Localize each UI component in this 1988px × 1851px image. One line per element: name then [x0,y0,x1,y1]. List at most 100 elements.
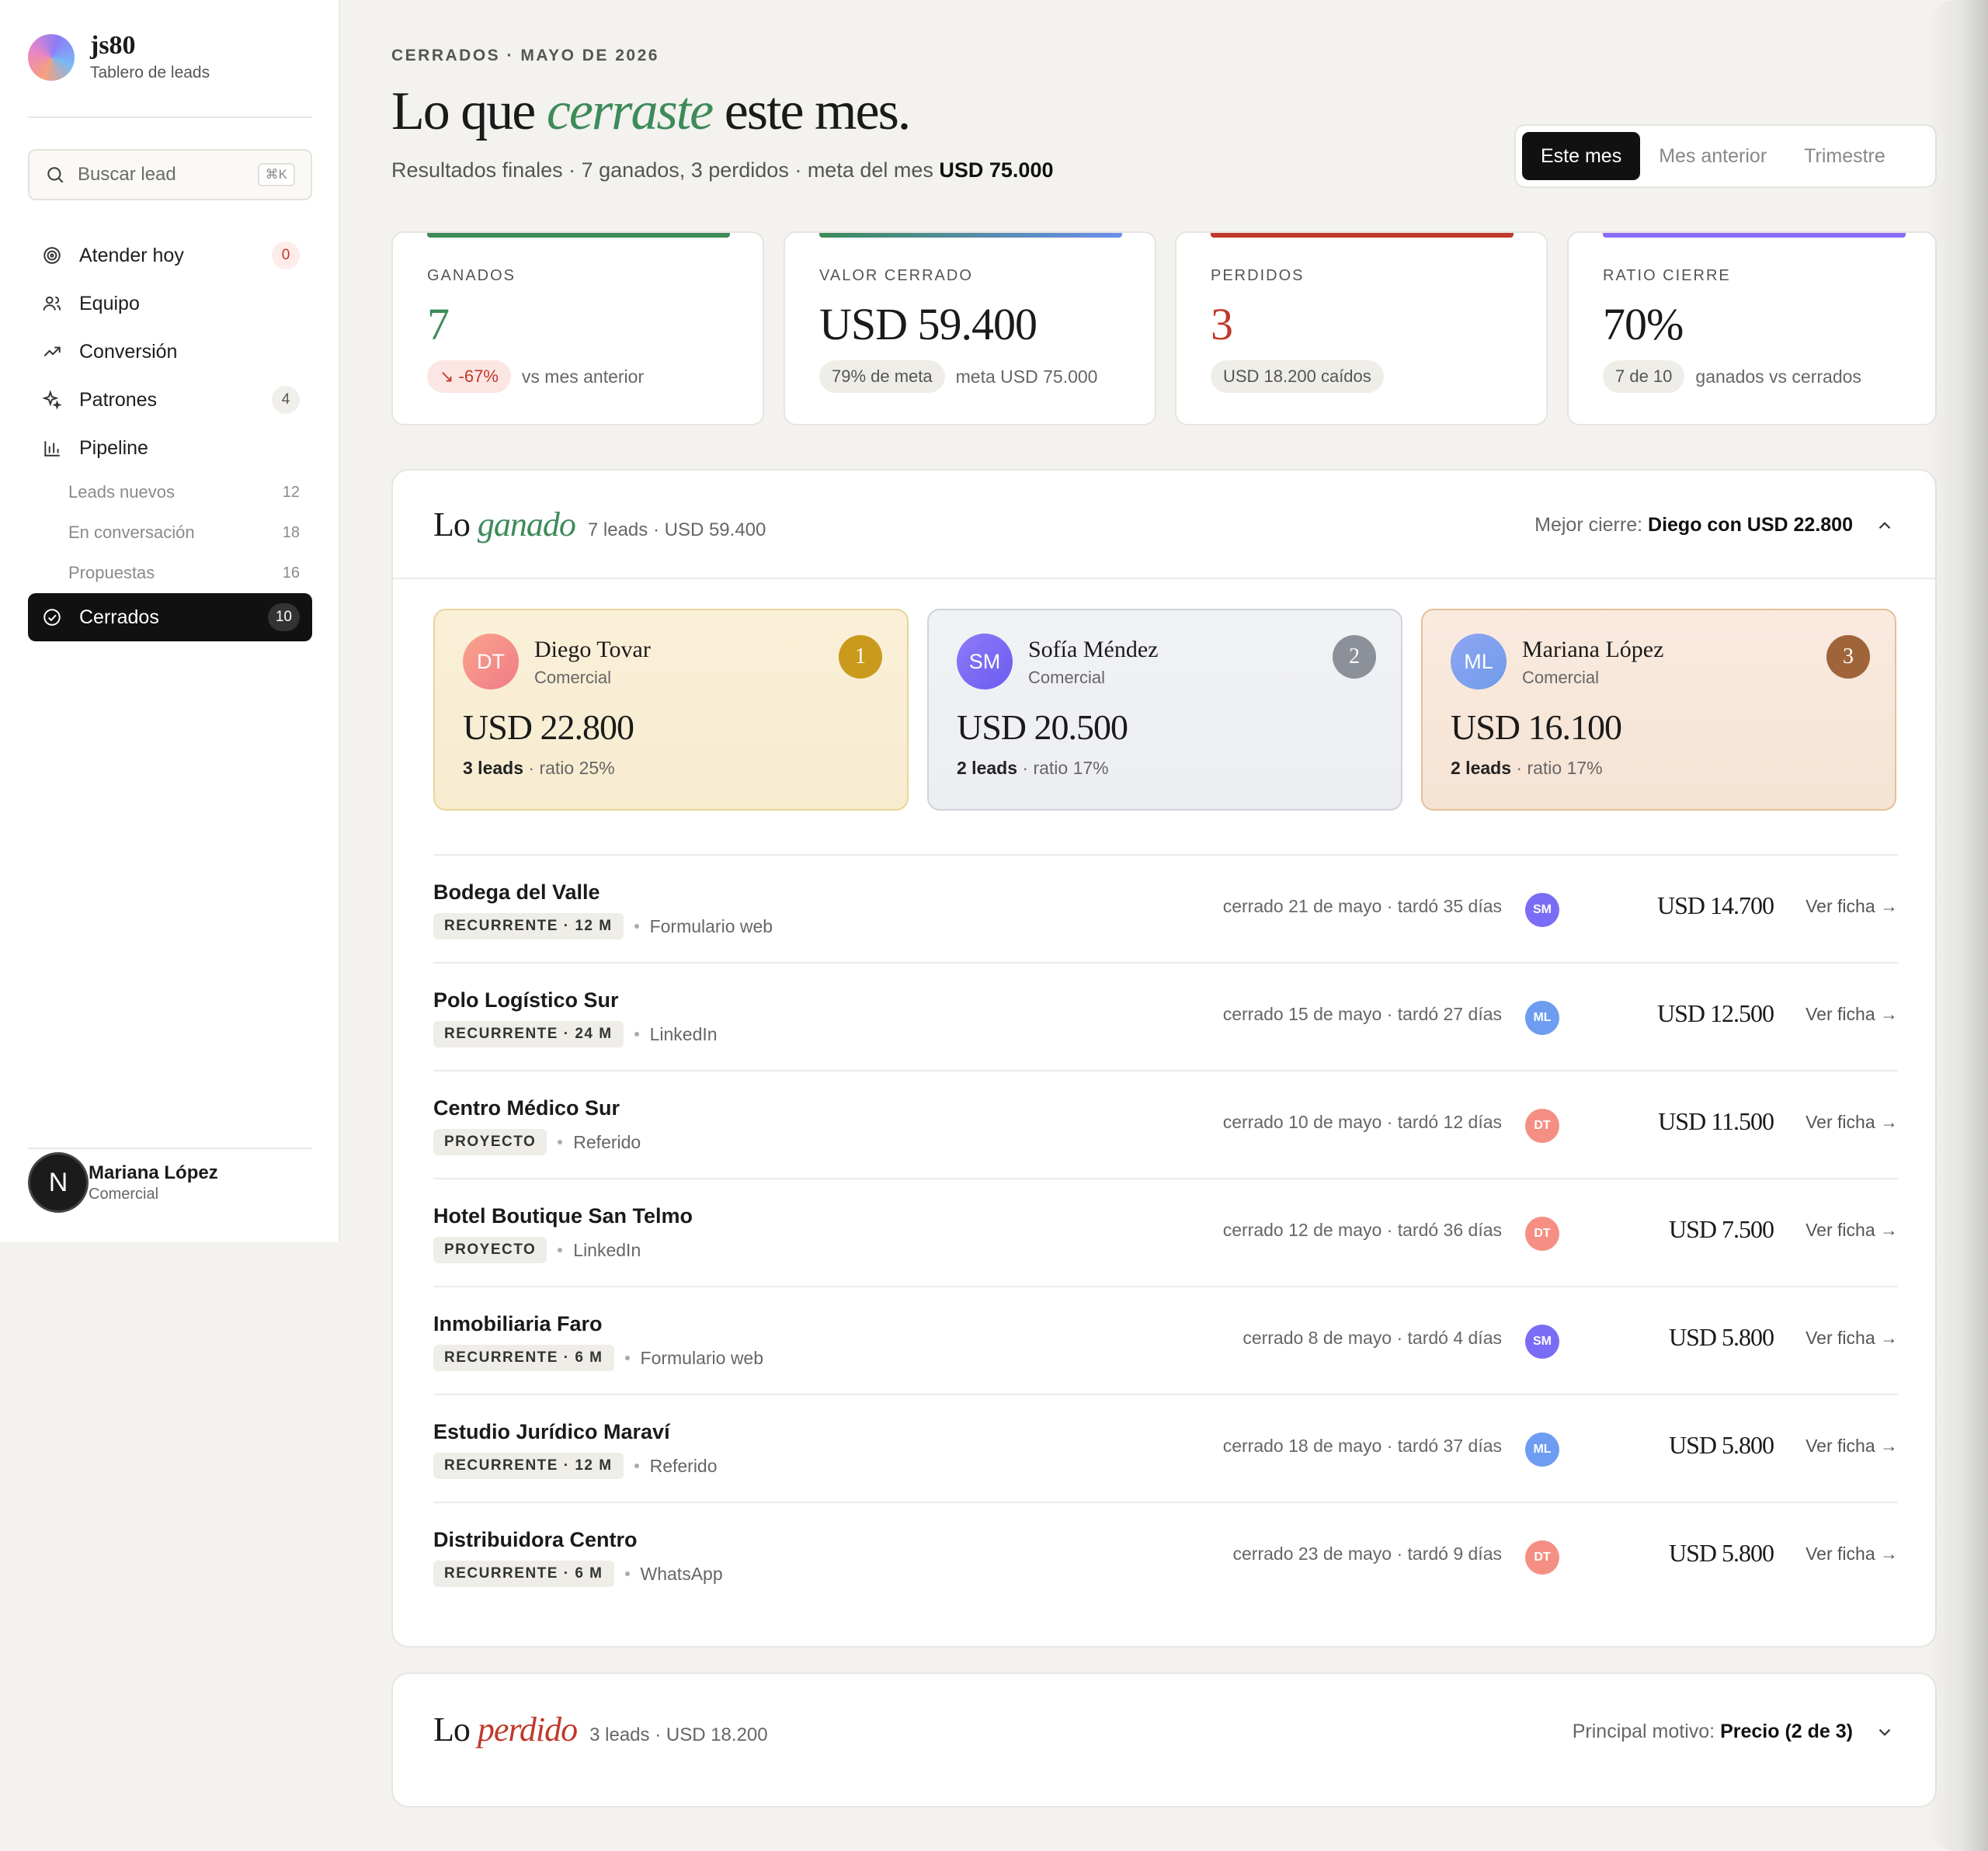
sidebar-item-cerrados[interactable]: Cerrados 10 [28,593,312,641]
lead-amount: USD 12.500 [1656,999,1774,1027]
kpi-note: meta USD 75.000 [955,366,1098,387]
won-leads-list: Bodega del Valle RECURRENTE · 12 M Formula… [433,854,1898,1610]
sidebar-subitem-label: Propuestas [68,563,155,582]
rank-medal-icon: 2 [1333,635,1376,679]
seller-ratio: · ratio 17% [1017,758,1109,778]
sidebar-subitem-propuestas[interactable]: Propuestas 16 [28,553,312,593]
sidebar-item-pipeline[interactable]: Pipeline [28,424,312,472]
table-row[interactable]: Estudio Jurídico Maraví RECURRENTE · 12 M… [433,1394,1898,1502]
lead-closed-info: cerrado 23 de mayo · tardó 9 días [1232,1544,1502,1564]
sidebar-subitem-leads-nuevos[interactable]: Leads nuevos 12 [28,472,312,512]
view-lead-link[interactable]: Ver ficha → [1806,1544,1898,1564]
sidebar-item-equipo[interactable]: Equipo [28,280,312,328]
search-shortcut: ⌘K [257,163,295,186]
goal-pill: 79% de meta [819,360,945,393]
seller-name: Diego Tovar [534,637,651,662]
lead-type-tag: PROYECTO [433,1129,547,1155]
divider [28,116,312,118]
accent-bar [1211,233,1514,238]
view-lead-link[interactable]: Ver ficha → [1806,1004,1898,1025]
chevron-down-icon[interactable] [1875,1722,1895,1742]
lead-company: Centro Médico Sur [433,1096,620,1120]
seller-name: Mariana López [1522,637,1664,662]
search-icon [47,167,64,183]
user-profile[interactable]: N Mariana López Comercial [28,1152,218,1213]
view-lead-link[interactable]: Ver ficha → [1806,1220,1898,1241]
kpi-ratio-cierre: RATIO CIERRE 70% 7 de 10 ganados vs cerra… [1567,231,1937,425]
period-last-month[interactable]: Mes anterior [1640,132,1785,180]
table-row[interactable]: Centro Médico Sur PROYECTO Referido cerrado… [433,1070,1898,1178]
accent-bar [819,233,1122,238]
sidebar-item-conversion[interactable]: Conversión [28,328,312,376]
lead-type-tag: PROYECTO [433,1237,547,1263]
title-text: Lo que [391,82,547,141]
lead-tags: RECURRENTE · 6 M Formulario web [433,1345,763,1371]
view-lead-link[interactable]: Ver ficha → [1806,1112,1898,1133]
kpi-ganados: GANADOS 7 ↘ -67% vs mes anterior [391,231,764,425]
table-row[interactable]: Distribuidora Centro RECURRENTE · 6 M What… [433,1502,1898,1610]
kpi-perdidos: PERDIDOS 3 USD 18.200 caídos [1175,231,1548,425]
chevron-up-icon[interactable] [1875,516,1895,536]
view-lead-link[interactable]: Ver ficha → [1806,1328,1898,1349]
avatar: SM [957,634,1013,689]
lost-title: Lo perdido [433,1710,578,1749]
lead-source: Referido [649,1455,718,1476]
reason-value: Precio (2 de 3) [1720,1721,1853,1742]
top-seller-card[interactable]: DT Diego Tovar Comercial 1 USD 22.800 3 … [433,609,909,811]
kpi-label: RATIO CIERRE [1603,267,1731,284]
page-eyebrow: CERRADOS · MAYO DE 2026 [391,47,659,64]
kpi-value: USD 59.400 [819,299,1037,349]
lead-company: Bodega del Valle [433,880,600,904]
top-seller-card[interactable]: ML Mariana López Comercial 3 USD 16.100 … [1421,609,1896,811]
lead-source: WhatsApp [640,1563,723,1584]
lost-pill: USD 18.200 caídos [1211,360,1384,393]
count-badge: 4 [272,386,300,414]
sidebar-subitem-count: 18 [282,523,300,541]
sidebar-item-atender-hoy[interactable]: Atender hoy 0 [28,231,312,280]
table-row[interactable]: Hotel Boutique San Telmo PROYECTO LinkedIn… [433,1178,1898,1286]
avatar: ML [1451,634,1507,689]
period-quarter[interactable]: Trimestre [1785,132,1904,180]
kpi-label: PERDIDOS [1211,267,1305,284]
lead-amount: USD 7.500 [1668,1215,1774,1243]
sidebar-subitem-count: 12 [282,483,300,501]
lost-reason: Principal motivo: Precio (2 de 3) [1573,1721,1895,1743]
won-title: Lo ganado [433,505,576,544]
seller-stats: 2 leads · ratio 17% [957,758,1109,779]
count-badge: 10 [267,603,300,631]
lead-type-tag: RECURRENTE · 12 M [433,913,624,939]
table-row[interactable]: Inmobiliaria Faro RECURRENTE · 6 M Formula… [433,1286,1898,1394]
lead-amount: USD 14.700 [1656,891,1774,919]
seller-stats: 2 leads · ratio 17% [1451,758,1603,779]
lead-source: LinkedIn [649,1023,718,1044]
sidebar-nav: Atender hoy 0 Equipo Conversión Patrones… [28,231,312,641]
title-text: este mes. [712,82,912,141]
lead-tags: RECURRENTE · 6 M WhatsApp [433,1561,723,1587]
sidebar-subitem-en-conversacion[interactable]: En conversación 18 [28,512,312,553]
top-seller-card[interactable]: SM Sofía Méndez Comercial 2 USD 20.500 2… [927,609,1402,811]
lead-company: Inmobiliaria Faro [433,1312,603,1335]
kpi-note: vs mes anterior [521,366,645,387]
best-close: Mejor cierre: Diego con USD 22.800 [1534,514,1895,537]
seller-amount: USD 20.500 [957,707,1128,747]
table-row[interactable]: Polo Logístico Sur RECURRENTE · 24 M Linke… [433,962,1898,1070]
seller-name: Sofía Méndez [1028,637,1159,662]
table-row[interactable]: Bodega del Valle RECURRENTE · 12 M Formula… [433,854,1898,962]
period-this-month[interactable]: Este mes [1522,132,1641,180]
target-icon [40,244,64,267]
search-input[interactable]: Buscar lead ⌘K [28,149,312,200]
divider [28,1148,312,1149]
brand[interactable]: js80 Tablero de leads [28,33,210,82]
lead-closed-info: cerrado 15 de mayo · tardó 27 días [1222,1004,1502,1024]
separator-dot [624,1356,630,1360]
seller-role: Comercial [534,668,612,687]
kpi-valor-cerrado: VALOR CERRADO USD 59.400 79% de meta meta… [784,231,1156,425]
sidebar-subitem-label: En conversación [68,523,195,542]
kpi-value: 70% [1603,299,1684,349]
seller-leads: 2 leads [1451,758,1511,778]
sidebar-subitem-count: 16 [282,564,300,582]
view-lead-link[interactable]: Ver ficha → [1806,896,1898,917]
sidebar-item-patrones[interactable]: Patrones 4 [28,376,312,424]
sidebar: js80 Tablero de leads Buscar lead ⌘K Ate… [0,0,340,1242]
view-lead-link[interactable]: Ver ficha → [1806,1436,1898,1457]
